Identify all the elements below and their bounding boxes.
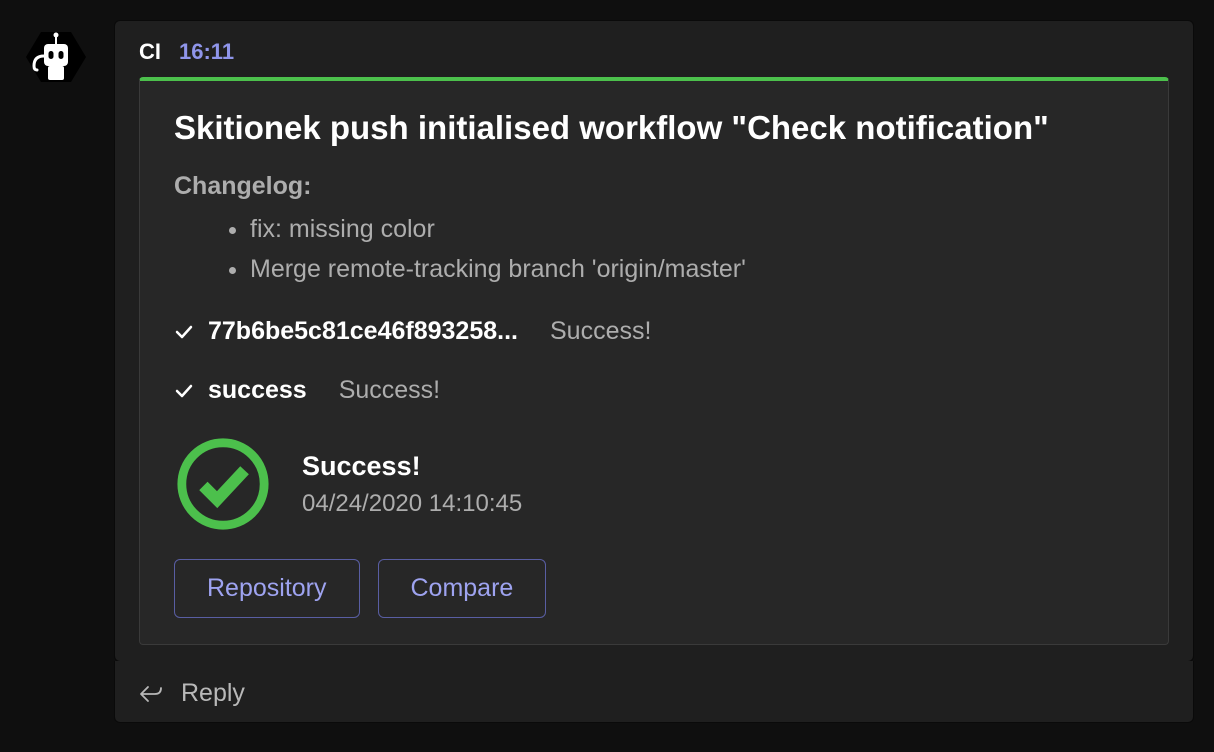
card-title: Skitionek push initialised workflow "Che… <box>174 107 1134 148</box>
success-text-block: Success! 04/24/2020 14:10:45 <box>302 451 522 518</box>
commit-status-label: Success! <box>550 317 651 346</box>
changelog-list: fix: missing color Merge remote-tracking… <box>174 209 1134 289</box>
bot-avatar <box>20 26 92 98</box>
check-icon <box>174 381 194 401</box>
github-bot-icon <box>20 26 92 98</box>
repository-button[interactable]: Repository <box>174 559 360 618</box>
commit-hash: 77b6be5c81ce46f893258... <box>208 317 518 346</box>
message-row: CI 16:11 Skitionek push initialised work… <box>20 20 1194 723</box>
success-block: Success! 04/24/2020 14:10:45 <box>174 435 1134 533</box>
message-header: CI 16:11 <box>139 39 1169 65</box>
result-main: Success! <box>302 451 522 482</box>
success-circle-icon <box>174 435 272 533</box>
reply-arrow-icon <box>139 684 163 704</box>
changelog-item: Merge remote-tracking branch 'origin/mas… <box>250 249 1134 289</box>
reply-input[interactable]: Reply <box>114 661 1194 723</box>
message-timestamp: 16:11 <box>179 39 234 65</box>
changelog-item: fix: missing color <box>250 209 1134 249</box>
workflow-status-text: success <box>208 376 307 405</box>
check-icon <box>174 322 194 342</box>
compare-button[interactable]: Compare <box>378 559 547 618</box>
workflow-status-label: Success! <box>339 376 440 405</box>
message-container: CI 16:11 Skitionek push initialised work… <box>114 20 1194 662</box>
message-column: CI 16:11 Skitionek push initialised work… <box>114 20 1194 723</box>
button-row: Repository Compare <box>174 559 1134 618</box>
sender-name: CI <box>139 39 161 65</box>
workflow-status-line: success Success! <box>174 376 1134 405</box>
commit-status-line: 77b6be5c81ce46f893258... Success! <box>174 317 1134 346</box>
notification-card: Skitionek push initialised workflow "Che… <box>139 77 1169 645</box>
reply-placeholder: Reply <box>181 679 245 708</box>
result-datetime: 04/24/2020 14:10:45 <box>302 490 522 518</box>
changelog-label: Changelog: <box>174 172 1134 201</box>
